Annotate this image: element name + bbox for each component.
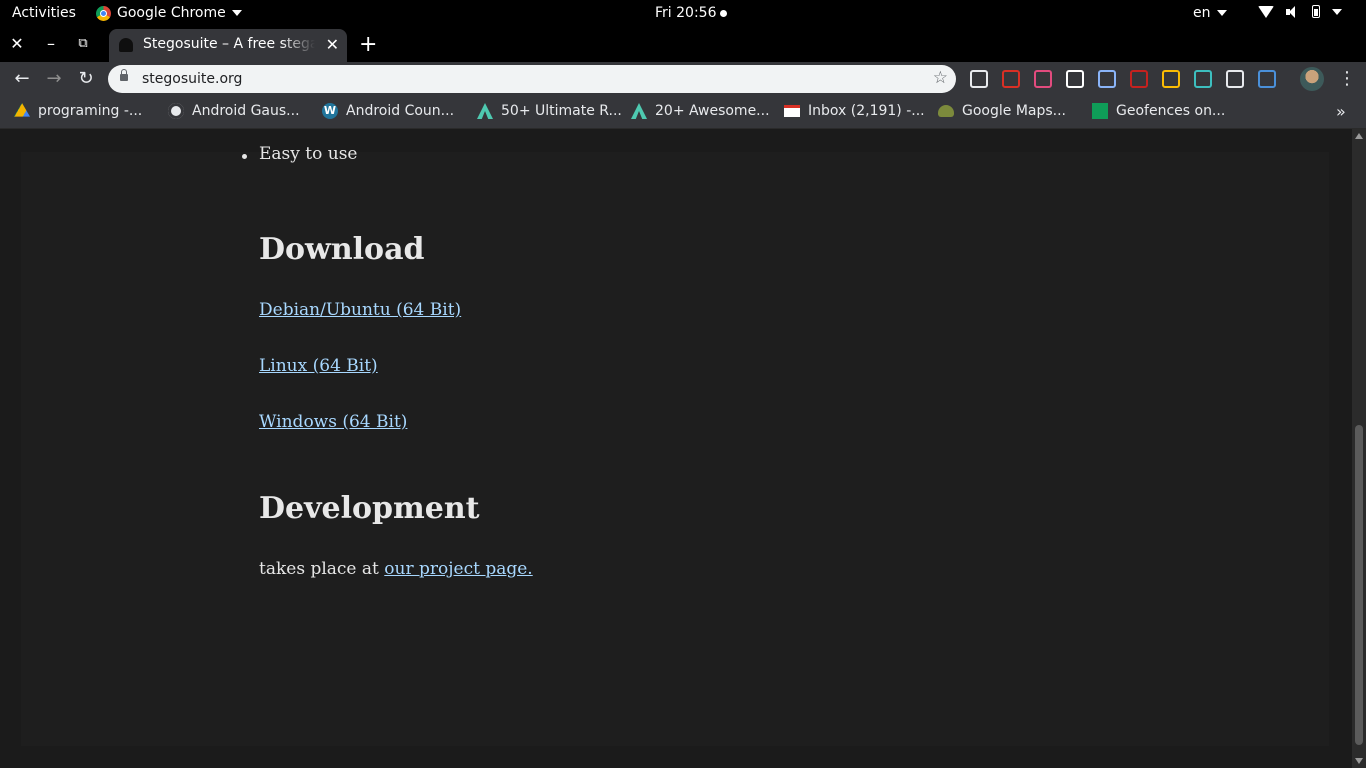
chevron-down-icon (231, 10, 242, 16)
forward-arrow-icon[interactable]: → (43, 68, 65, 89)
keyboard-icon[interactable] (970, 70, 988, 88)
wifi-icon (1258, 5, 1274, 18)
activities-button[interactable]: Activities (12, 5, 76, 21)
profile-avatar[interactable] (1300, 67, 1324, 91)
wordpress-icon: W (322, 103, 338, 119)
pen-icon[interactable] (1226, 70, 1244, 88)
reload-icon[interactable]: ↻ (75, 68, 97, 89)
scroll-up-icon[interactable] (1355, 133, 1363, 139)
app-name: Google Chrome (117, 5, 226, 21)
scroll-down-icon[interactable] (1355, 758, 1363, 764)
app-menu[interactable]: Google Chrome (96, 5, 242, 21)
bookmark-item[interactable]: W Android Coun... (322, 103, 454, 119)
tab-stegosuite[interactable]: Stegosuite – A free steganography tool ✕ (109, 29, 347, 62)
android-arsenal-icon (477, 103, 493, 119)
android-arsenal-icon (631, 103, 647, 119)
close-tab-icon[interactable]: ✕ (326, 35, 339, 54)
browser-toolbar: ← → ↻ stegosuite.org ☆ (0, 62, 1366, 96)
image-extension-icon[interactable] (1258, 70, 1276, 88)
scrollbar-thumb[interactable] (1355, 425, 1363, 745)
bookmark-label: Inbox (2,191) -... (808, 103, 925, 119)
palette-icon[interactable] (1162, 70, 1180, 88)
language-label: en (1193, 5, 1211, 21)
bookmark-star-icon[interactable]: ☆ (933, 68, 948, 88)
feather-icon[interactable] (1034, 70, 1052, 88)
clock-text: Fri 20:56 (655, 5, 717, 21)
bookmark-item[interactable]: Geofences on... (1092, 103, 1225, 119)
stegosuite-favicon-icon (119, 38, 133, 52)
close-window-icon[interactable]: ✕ (7, 34, 27, 54)
page-scrollbar[interactable] (1352, 129, 1366, 768)
clock[interactable]: Fri 20:56 (655, 5, 728, 21)
network-icon[interactable] (1194, 70, 1212, 88)
url-text[interactable]: stegosuite.org (142, 71, 242, 87)
page-content: Easy to use Download Debian/Ubuntu (64 B… (21, 144, 1329, 746)
lock-icon[interactable] (120, 69, 128, 81)
development-paragraph: takes place at our project page. (259, 559, 533, 579)
more-bookmarks-icon[interactable]: » (1336, 102, 1346, 121)
bookmark-label: Geofences on... (1116, 103, 1226, 119)
bookmark-label: programing -... (38, 103, 143, 119)
circle-extension-icon[interactable] (1066, 70, 1084, 88)
development-text: takes place at (259, 559, 385, 579)
restore-window-icon[interactable]: ⧉ (73, 34, 93, 54)
bookmark-label: Android Gaus... (192, 103, 300, 119)
more-menu-icon[interactable]: ⋮ (1338, 68, 1356, 89)
development-heading: Development (259, 491, 480, 526)
gmail-icon (784, 105, 800, 117)
book-icon[interactable] (1130, 70, 1148, 88)
new-tab-icon[interactable]: + (359, 32, 377, 57)
page-viewport: Easy to use Download Debian/Ubuntu (64 B… (0, 129, 1352, 768)
bookmarks-bar: programing -... Android Gaus... W Androi… (0, 96, 1366, 129)
android-icon (938, 105, 954, 117)
system-top-bar: Activities Google Chrome Fri 20:56 en (0, 0, 1366, 27)
notification-dot-icon (720, 9, 728, 17)
battery-icon (1312, 5, 1320, 18)
minimize-window-icon[interactable]: – (41, 34, 61, 54)
off-badge-icon[interactable] (1002, 70, 1020, 88)
bookmark-item[interactable]: 20+ Awesome... (631, 103, 770, 119)
chevron-down-icon (1332, 8, 1342, 15)
download-link-debian[interactable]: Debian/Ubuntu (64 Bit) (259, 300, 461, 320)
tab-strip: ✕ – ⧉ Stegosuite – A free steganography … (0, 27, 1366, 62)
download-heading: Download (259, 232, 425, 267)
bookmark-label: Android Coun... (346, 103, 455, 119)
bookmark-item[interactable]: programing -... (14, 103, 142, 119)
globe-icon (168, 103, 184, 119)
download-icon[interactable] (1098, 70, 1116, 88)
chevron-down-icon (1216, 10, 1227, 16)
bookmark-label: 20+ Awesome... (655, 103, 770, 119)
bookmark-label: 50+ Ultimate R... (501, 103, 622, 119)
tab-title: Stegosuite – A free steganography tool (143, 36, 315, 52)
feature-item: Easy to use (241, 144, 358, 164)
back-arrow-icon[interactable]: ← (11, 68, 33, 89)
chart-icon (1092, 103, 1108, 119)
address-bar[interactable]: stegosuite.org ☆ (108, 65, 956, 93)
bookmark-item[interactable]: Android Gaus... (168, 103, 300, 119)
language-menu[interactable]: en (1193, 5, 1227, 21)
project-page-link[interactable]: our project page. (384, 559, 532, 579)
bookmark-item[interactable]: 50+ Ultimate R... (477, 103, 622, 119)
chrome-icon (96, 5, 111, 21)
bookmark-item[interactable]: Inbox (2,191) -... (784, 103, 925, 119)
download-link-windows[interactable]: Windows (64 Bit) (259, 412, 407, 432)
volume-icon (1286, 5, 1300, 18)
bookmark-item[interactable]: Google Maps... (938, 103, 1066, 119)
bookmark-label: Google Maps... (962, 103, 1067, 119)
download-link-linux[interactable]: Linux (64 Bit) (259, 356, 378, 376)
drive-icon (14, 103, 30, 117)
feature-list: Easy to use (241, 144, 358, 164)
system-menu[interactable] (1258, 5, 1342, 18)
